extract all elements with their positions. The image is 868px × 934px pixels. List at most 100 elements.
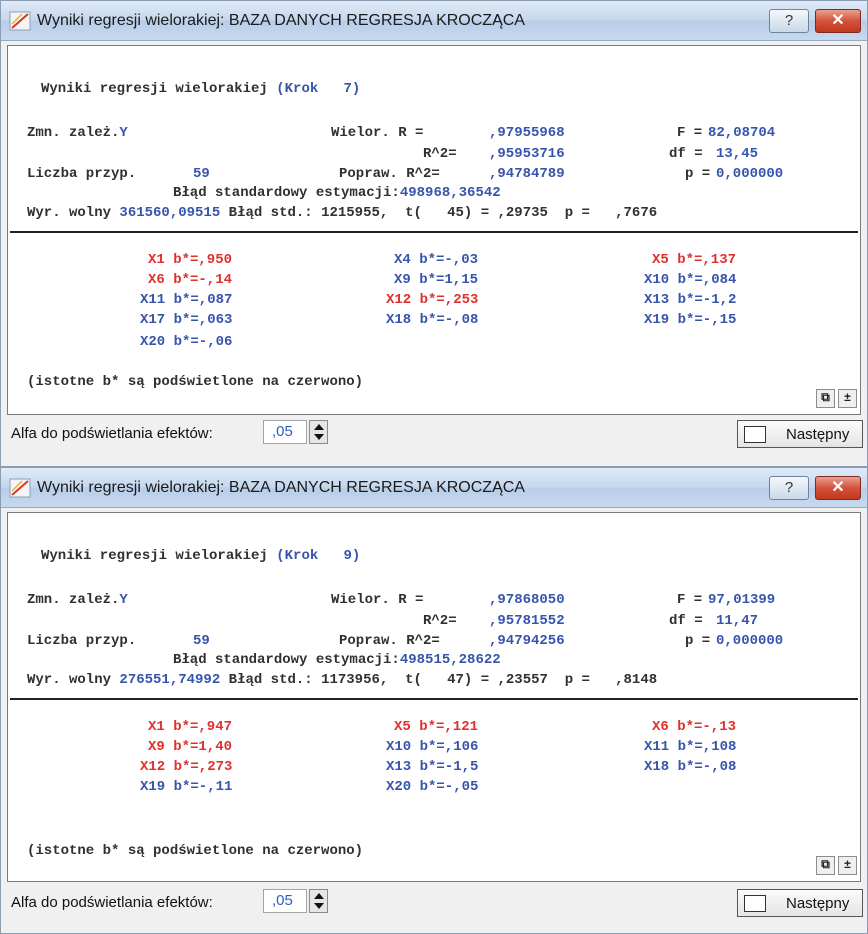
help-button[interactable]: ? [769,9,809,33]
coefficient: X20 b*=-,05 [386,779,479,795]
title-bar[interactable]: Wyniki regresji wielorakiej: BAZA DANYCH… [1,468,867,508]
adjusted-r2-label: Popraw. R^2= [339,166,440,182]
alpha-input[interactable]: ,05 [263,889,307,913]
alpha-spinner[interactable] [309,889,328,913]
adjusted-r2-label: Popraw. R^2= [339,633,440,649]
close-button[interactable]: ✕ [815,9,861,33]
heading-text: Wyniki regresji wielorakiej [41,81,277,97]
p-value: 0,000000 [716,166,784,182]
alpha-label: Alfa do podświetlania efektów: [11,894,213,911]
dep-value: Y [119,125,128,141]
cases-label: Liczba przyp. [27,633,137,649]
step-number: (Krok 7) [276,81,361,97]
r2-value: ,95781552 [489,613,565,629]
separator-line [10,231,858,233]
dependent-variable: Zmn. zależ.Y [27,592,128,608]
adjusted-r2-value: ,94794256 [489,633,565,649]
coefficient: X13 b*=-1,2 [644,292,737,308]
results-sheet-icon [744,426,766,443]
intercept-line: Wyr. wolny 361560,09515 Błąd std.: 12159… [27,205,657,221]
alpha-label: Alfa do podświetlania efektów: [11,425,213,442]
coefficient: X6 b*=-,13 [652,719,737,735]
f-label: F = [677,592,703,608]
multiple-r-value: ,97955968 [489,125,565,141]
dep-label: Zmn. zależ. [27,592,120,608]
results-window-step-9: Wyniki regresji wielorakiej: BAZA DANYCH… [0,467,868,934]
window-title: Wyniki regresji wielorakiej: BAZA DANYCH… [37,12,525,29]
intercept-stats: Błąd std.: 1215955, t( 45) = ,29735 p = … [228,205,658,221]
f-value: 97,01399 [708,592,776,608]
cases-value: 59 [193,633,210,649]
coefficient: X1 b*=,950 [148,252,233,268]
spin-up-icon[interactable] [314,893,324,899]
coefficient: X10 b*=,106 [386,739,479,755]
multiple-r-label: Wielor. R = [331,125,424,141]
alpha-spinner[interactable] [309,420,328,444]
coefficient: X9 b*=1,40 [148,739,233,755]
next-label: Następny [786,895,850,912]
results-heading: Wyniki regresji wielorakiej (Krok 7) [41,81,360,97]
p-value: 0,000000 [716,633,784,649]
close-button[interactable]: ✕ [815,476,861,500]
std-error-label: Błąd standardowy estymacji: [173,185,400,201]
expand-icon[interactable]: ± [838,856,857,875]
results-panel: Wyniki regresji wielorakiej (Krok 7) Zmn… [7,45,861,415]
multiple-r-value: ,97868050 [489,592,565,608]
f-value: 82,08704 [708,125,776,141]
separator-line [10,698,858,700]
step-number: (Krok 9) [276,548,361,564]
intercept-value: 361560,09515 [119,205,221,221]
significance-note: (istotne b* są podświetlone na czerwono) [27,843,364,859]
std-error-value: 498515,28622 [399,652,501,668]
spin-up-icon[interactable] [314,424,324,430]
expand-icon[interactable]: ± [838,389,857,408]
title-bar[interactable]: Wyniki regresji wielorakiej: BAZA DANYCH… [1,1,867,41]
dep-label: Zmn. zależ. [27,125,120,141]
copy-icon[interactable]: ⧉ [816,389,835,408]
statistica-window-icon [9,478,31,498]
results-panel: Wyniki regresji wielorakiej (Krok 9) Zmn… [7,512,861,882]
coefficient: X11 b*=,108 [644,739,737,755]
copy-icon[interactable]: ⧉ [816,856,835,875]
coefficient: X20 b*=-,06 [140,334,233,350]
spin-down-icon[interactable] [314,903,324,909]
std-error-label: Błąd standardowy estymacji: [173,652,400,668]
coefficient: X19 b*=-,15 [644,312,737,328]
heading-text: Wyniki regresji wielorakiej [41,548,277,564]
coefficient: X6 b*=-,14 [148,272,233,288]
coefficient: X11 b*=,087 [140,292,233,308]
coefficient: X18 b*=-,08 [386,312,479,328]
r2-label: R^2= [423,613,457,629]
coefficient: X9 b*=1,15 [394,272,479,288]
help-button[interactable]: ? [769,476,809,500]
spin-down-icon[interactable] [314,434,324,440]
p-label: p = [685,166,711,182]
alpha-input[interactable]: ,05 [263,420,307,444]
f-label: F = [677,125,703,141]
coefficient: X1 b*=,947 [148,719,233,735]
dep-value: Y [119,592,128,608]
df-value: 11,47 [716,613,759,629]
intercept-label: Wyr. wolny [27,672,112,688]
std-error-value: 498968,36542 [399,185,501,201]
df-value: 13,45 [716,146,759,162]
next-button[interactable]: Następny [737,420,863,448]
coefficient: X13 b*=-1,5 [386,759,479,775]
statistica-window-icon [9,11,31,31]
df-label: df = [669,613,703,629]
significance-note: (istotne b* są podświetlone na czerwono) [27,374,364,390]
intercept-stats: Błąd std.: 1173956, t( 47) = ,23557 p = … [228,672,658,688]
next-button[interactable]: Następny [737,889,863,917]
coefficient: X5 b*=,137 [652,252,737,268]
window-title: Wyniki regresji wielorakiej: BAZA DANYCH… [37,479,525,496]
results-heading: Wyniki regresji wielorakiej (Krok 9) [41,548,360,564]
intercept-line: Wyr. wolny 276551,74992 Błąd std.: 11739… [27,672,657,688]
intercept-label: Wyr. wolny [27,205,112,221]
p-label: p = [685,633,711,649]
next-label: Następny [786,426,850,443]
coefficient: X12 b*=,253 [386,292,479,308]
results-sheet-icon [744,895,766,912]
coefficient: X10 b*=,084 [644,272,737,288]
df-label: df = [669,146,703,162]
adjusted-r2-value: ,94784789 [489,166,565,182]
